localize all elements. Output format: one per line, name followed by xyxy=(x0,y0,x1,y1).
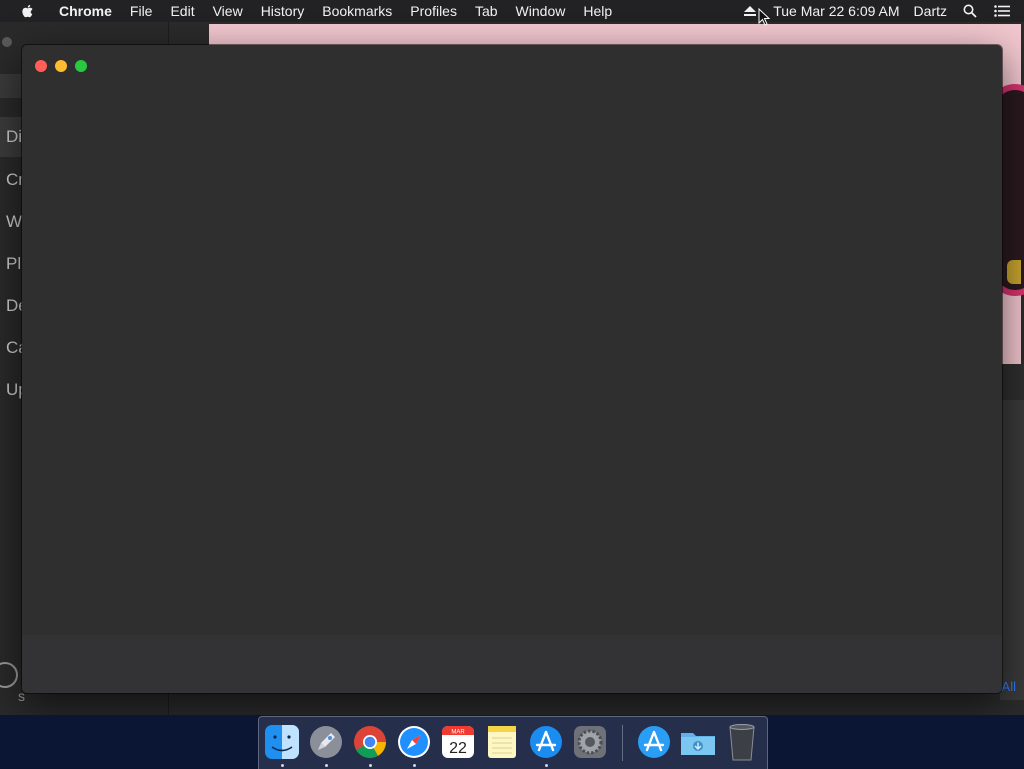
app-store-icon[interactable] xyxy=(527,723,565,761)
empty-app-window xyxy=(22,45,1002,693)
system-preferences-icon[interactable] xyxy=(571,723,609,761)
menu-user-name[interactable]: Dartz xyxy=(907,0,954,22)
menu-clock[interactable]: Tue Mar 22 6:09 AM xyxy=(766,0,906,22)
menu-bookmarks[interactable]: Bookmarks xyxy=(313,0,401,22)
spotlight-icon[interactable] xyxy=(962,3,978,19)
hero-artwork-accent xyxy=(1007,260,1021,284)
account-circle-icon[interactable] xyxy=(0,662,18,688)
see-all-link[interactable]: All xyxy=(1002,679,1016,694)
sidebar-item-3[interactable]: Pl xyxy=(6,254,21,274)
applications-folder-icon[interactable] xyxy=(635,723,673,761)
eject-icon[interactable] xyxy=(742,3,758,19)
calendar-icon[interactable]: MAR 22 xyxy=(439,723,477,761)
launchpad-running-indicator xyxy=(325,764,328,767)
launchpad-icon[interactable] xyxy=(307,723,345,761)
window-close-button[interactable] xyxy=(35,60,47,72)
chrome-running-indicator xyxy=(369,764,372,767)
window-maximize-button[interactable] xyxy=(75,60,87,72)
menu-profiles[interactable]: Profiles xyxy=(401,0,466,22)
safari-running-indicator xyxy=(413,764,416,767)
window-minimize-button[interactable] xyxy=(55,60,67,72)
menu-bar: Chrome File Edit View History Bookmarks … xyxy=(0,0,1024,22)
apple-icon[interactable] xyxy=(20,3,36,19)
finder-icon[interactable] xyxy=(263,723,301,761)
menu-view[interactable]: View xyxy=(204,0,252,22)
menu-app-name[interactable]: Chrome xyxy=(50,0,121,22)
menu-help[interactable]: Help xyxy=(574,0,621,22)
calendar-day: 22 xyxy=(449,740,467,757)
app-store-running-indicator xyxy=(545,764,548,767)
menu-edit[interactable]: Edit xyxy=(161,0,203,22)
downloads-folder-icon[interactable] xyxy=(679,723,717,761)
dock: MAR 22 xyxy=(258,716,768,769)
background-card xyxy=(1000,400,1024,700)
trash-icon[interactable] xyxy=(723,723,761,761)
chrome-icon[interactable] xyxy=(351,723,389,761)
menu-tab[interactable]: Tab xyxy=(466,0,507,22)
calendar-month: MAR xyxy=(451,730,465,736)
notification-center-icon[interactable] xyxy=(994,3,1010,19)
finder-running-indicator xyxy=(281,764,284,767)
notes-icon[interactable] xyxy=(483,723,521,761)
safari-icon[interactable] xyxy=(395,723,433,761)
dock-separator xyxy=(622,725,623,761)
menu-window[interactable]: Window xyxy=(507,0,575,22)
window-control-dot[interactable] xyxy=(2,37,12,47)
sidebar-item-2[interactable]: W xyxy=(6,212,22,232)
menu-history[interactable]: History xyxy=(252,0,314,22)
window-footer-bar xyxy=(22,635,1002,693)
menu-file[interactable]: File xyxy=(121,0,162,22)
